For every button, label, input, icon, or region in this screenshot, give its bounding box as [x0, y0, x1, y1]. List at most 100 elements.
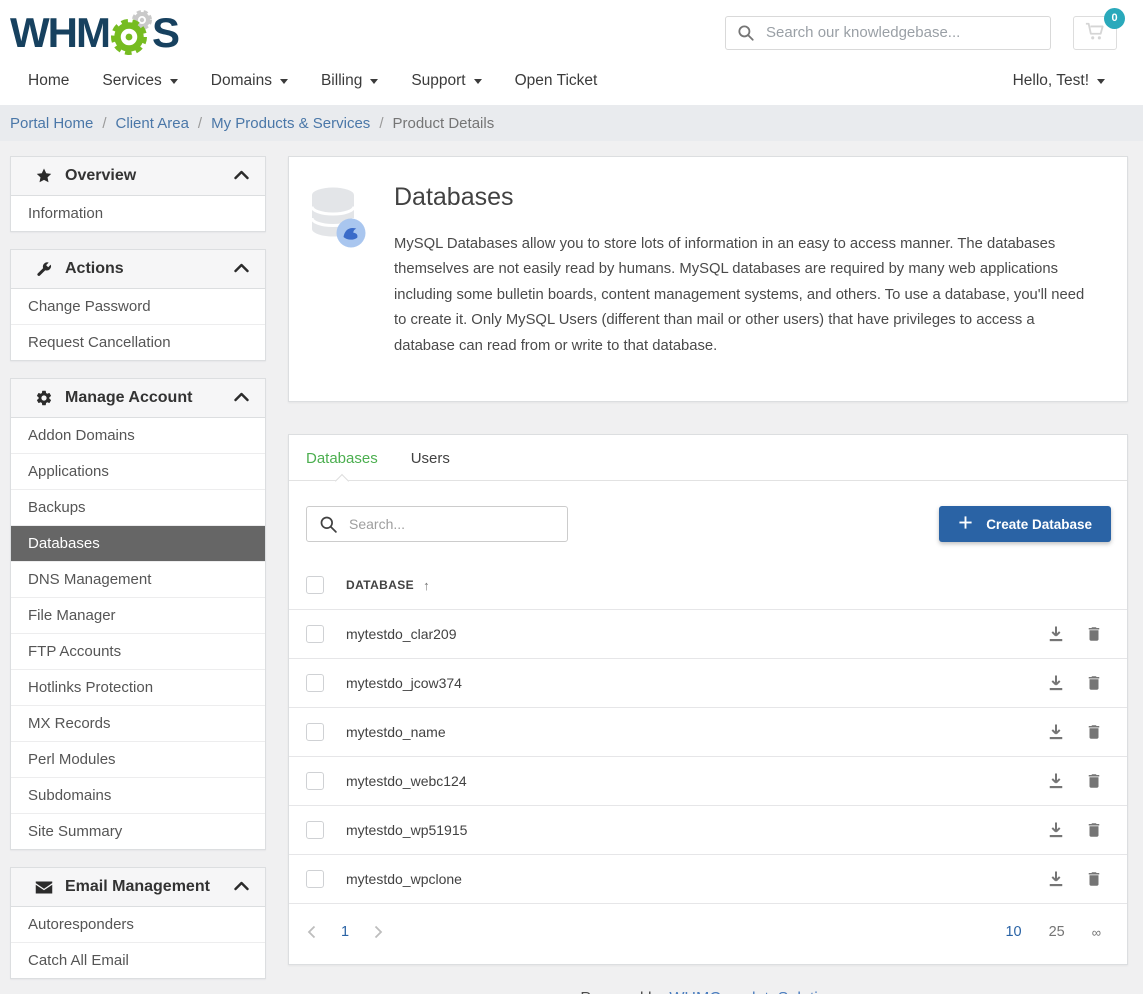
sidebar-item-backups[interactable]: Backups — [11, 489, 265, 525]
page-size-all[interactable]: ∞ — [1092, 925, 1101, 940]
sidebar-item-applications[interactable]: Applications — [11, 453, 265, 489]
database-name: mytestdo_jcow374 — [346, 675, 1046, 691]
download-icon[interactable] — [1046, 673, 1066, 693]
breadcrumb: Portal Home / Client Area / My Products … — [0, 105, 1143, 141]
row-checkbox[interactable] — [306, 772, 324, 790]
sidebar-header-manage-account[interactable]: Manage Account — [11, 379, 265, 418]
sidebar-header-email-management[interactable]: Email Management — [11, 868, 265, 907]
knowledgebase-search-input[interactable] — [725, 16, 1051, 50]
whmcs-logo[interactable]: WHM S — [10, 9, 178, 57]
nav-item-open-ticket[interactable]: Open Ticket — [515, 72, 598, 90]
sidebar-item-catch-all-email[interactable]: Catch All Email — [11, 942, 265, 978]
sidebar-item-file-manager[interactable]: File Manager — [11, 597, 265, 633]
page-size-25[interactable]: 25 — [1049, 924, 1065, 940]
sidebar-item-request-cancellation[interactable]: Request Cancellation — [11, 324, 265, 360]
gear-icon — [35, 389, 53, 407]
chevron-up-icon — [234, 260, 249, 278]
select-all-checkbox[interactable] — [306, 576, 324, 594]
nav-item-billing[interactable]: Billing — [321, 72, 378, 90]
delete-icon[interactable] — [1085, 820, 1103, 840]
delete-icon[interactable] — [1085, 722, 1103, 742]
chevron-left-icon[interactable] — [307, 925, 316, 939]
sidebar-panel-email-management: Email Management Autoresponders Catch Al… — [10, 867, 266, 979]
nav-item-domains[interactable]: Domains — [211, 72, 288, 90]
product-description-panel: Databases MySQL Databases allow you to s… — [288, 156, 1128, 402]
envelope-icon — [35, 878, 53, 896]
plus-icon — [958, 515, 973, 533]
logo-text-whm: WHM — [10, 12, 109, 54]
sidebar-item-hotlinks-protection[interactable]: Hotlinks Protection — [11, 669, 265, 705]
wrench-icon — [35, 260, 53, 278]
caret-down-icon — [170, 79, 178, 84]
sidebar-item-change-password[interactable]: Change Password — [11, 289, 265, 324]
sidebar-header-overview[interactable]: Overview — [11, 157, 265, 196]
top-header: WHM S — [0, 0, 1143, 105]
pagination: 1 10 25 ∞ — [289, 903, 1127, 964]
cart-icon — [1084, 21, 1106, 44]
sidebar-item-databases[interactable]: Databases — [11, 525, 265, 561]
table-row: mytestdo_clar209 — [289, 609, 1127, 658]
row-checkbox[interactable] — [306, 870, 324, 888]
breadcrumb-client-area[interactable]: Client Area — [116, 115, 189, 132]
nav-item-support[interactable]: Support — [411, 72, 481, 90]
tab-users[interactable]: Users — [411, 435, 450, 480]
delete-icon[interactable] — [1085, 869, 1103, 889]
table-toolbar: Create Database — [289, 481, 1127, 562]
sidebar-item-site-summary[interactable]: Site Summary — [11, 813, 265, 849]
row-checkbox[interactable] — [306, 625, 324, 643]
sidebar-header-actions[interactable]: Actions — [11, 250, 265, 289]
nav-item-home[interactable]: Home — [28, 72, 69, 90]
breadcrumb-my-products[interactable]: My Products & Services — [211, 115, 370, 132]
tab-databases[interactable]: Databases — [306, 435, 378, 480]
sidebar-item-mx-records[interactable]: MX Records — [11, 705, 265, 741]
user-menu[interactable]: Hello, Test! — [1013, 72, 1105, 90]
delete-icon[interactable] — [1085, 624, 1103, 644]
table-row: mytestdo_name — [289, 707, 1127, 756]
database-name: mytestdo_name — [346, 724, 1046, 740]
cart-button[interactable]: 0 — [1073, 16, 1117, 50]
database-name: mytestdo_webc124 — [346, 773, 1046, 789]
row-checkbox[interactable] — [306, 674, 324, 692]
page-description: MySQL Databases allow you to store lots … — [394, 232, 1097, 359]
column-header-database[interactable]: DATABASE — [346, 578, 414, 592]
database-name: mytestdo_wp51915 — [346, 822, 1046, 838]
download-icon[interactable] — [1046, 771, 1066, 791]
sidebar-item-autoresponders[interactable]: Autoresponders — [11, 907, 265, 942]
table-header-row: DATABASE ↑ — [289, 562, 1127, 609]
search-icon — [319, 515, 338, 539]
nav-item-services[interactable]: Services — [102, 72, 177, 90]
sidebar-item-ftp-accounts[interactable]: FTP Accounts — [11, 633, 265, 669]
chevron-up-icon — [234, 878, 249, 896]
download-icon[interactable] — [1046, 820, 1066, 840]
row-checkbox[interactable] — [306, 821, 324, 839]
table-search — [306, 506, 568, 542]
page-size-10[interactable]: 10 — [1005, 924, 1021, 940]
delete-icon[interactable] — [1085, 673, 1103, 693]
sidebar-item-addon-domains[interactable]: Addon Domains — [11, 418, 265, 453]
sidebar-panel-actions: Actions Change Password Request Cancella… — [10, 249, 266, 361]
breadcrumb-portal-home[interactable]: Portal Home — [10, 115, 93, 132]
sidebar-item-subdomains[interactable]: Subdomains — [11, 777, 265, 813]
sidebar-item-dns-management[interactable]: DNS Management — [11, 561, 265, 597]
table-row: mytestdo_jcow374 — [289, 658, 1127, 707]
breadcrumb-separator: / — [198, 115, 202, 132]
chevron-up-icon — [234, 389, 249, 407]
table-search-input[interactable] — [306, 506, 568, 542]
breadcrumb-current: Product Details — [392, 115, 494, 132]
create-database-button[interactable]: Create Database — [939, 506, 1111, 542]
tab-bar: Databases Users — [289, 435, 1127, 481]
chevron-right-icon[interactable] — [374, 925, 383, 939]
download-icon[interactable] — [1046, 869, 1066, 889]
row-checkbox[interactable] — [306, 723, 324, 741]
download-icon[interactable] — [1046, 624, 1066, 644]
caret-down-icon — [280, 79, 288, 84]
delete-icon[interactable] — [1085, 771, 1103, 791]
sort-ascending-icon[interactable]: ↑ — [423, 578, 430, 593]
download-icon[interactable] — [1046, 722, 1066, 742]
sidebar-item-perl-modules[interactable]: Perl Modules — [11, 741, 265, 777]
breadcrumb-separator: / — [379, 115, 383, 132]
sidebar: Overview Information Actions Change Pass… — [10, 156, 266, 994]
whmcompletesolution-link[interactable]: WHMCompleteSolution — [669, 990, 835, 994]
page-number[interactable]: 1 — [341, 924, 349, 940]
sidebar-item-information[interactable]: Information — [11, 196, 265, 231]
